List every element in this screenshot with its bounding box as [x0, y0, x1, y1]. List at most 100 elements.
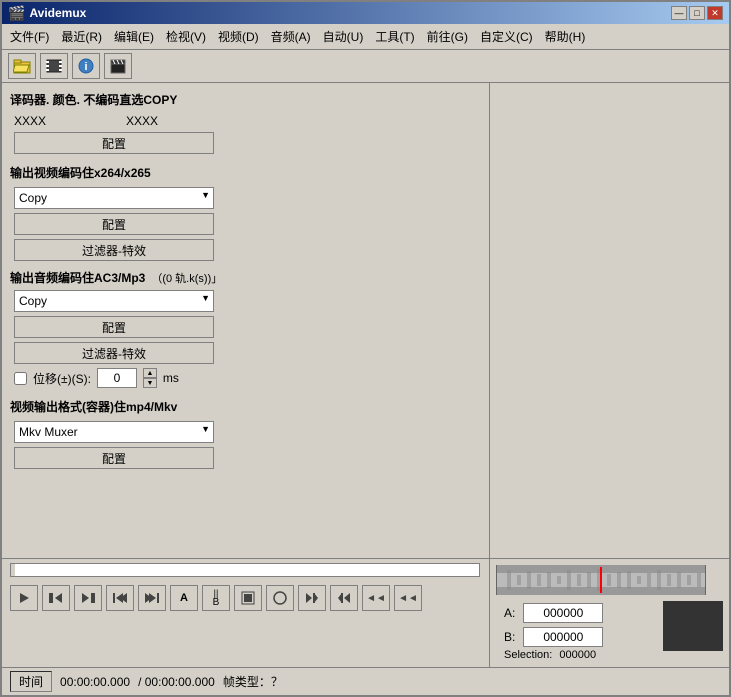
frame-back-button[interactable]	[106, 585, 134, 611]
right-panel	[489, 83, 729, 558]
status-bar: 时间 00:00:00.000 / 00:00:00.000 帧类型：？	[2, 667, 729, 695]
progress-track[interactable]	[10, 563, 480, 577]
forward-button[interactable]	[330, 585, 358, 611]
frame-fwd-icon	[145, 592, 159, 604]
a-label: A:	[504, 606, 515, 620]
container-format-dropdown[interactable]: Mkv Muxer MP4 Muxer AVI Muxer	[14, 421, 214, 443]
copy-icon	[273, 591, 287, 605]
audio-section-label: 输出音频编码住AC3/Mp3	[10, 269, 145, 286]
frame-back-icon	[113, 592, 127, 604]
right-bottom: A: B: Selection: 000000	[489, 558, 729, 667]
audio-track-info: （(0 轨.k(s))」	[151, 270, 222, 286]
menu-recent[interactable]: 最近(R)	[55, 26, 108, 47]
b-label: B:	[504, 630, 515, 644]
menu-custom[interactable]: 自定义(C)	[474, 26, 539, 47]
play-button[interactable]	[10, 585, 38, 611]
main-window: 🎬 Avidemux — □ ✕ 文件(F) 最近(R) 编辑(E) 检视(V)…	[0, 0, 731, 697]
progress-section: A || B	[2, 558, 489, 667]
menu-auto[interactable]: 自动(U)	[317, 26, 370, 47]
keyframe-icon	[241, 591, 255, 605]
left-panel: 译码器. 颜色. 不编码直选COPY XXXX XXXX 配置 输出视频编码住x…	[2, 83, 489, 558]
container-config-button[interactable]: 配置	[14, 447, 214, 469]
shift-down-arrow[interactable]: ▼	[143, 378, 157, 388]
audio-config-button[interactable]: 配置	[14, 316, 214, 338]
menu-file[interactable]: 文件(F)	[4, 26, 55, 47]
rewind-button[interactable]	[298, 585, 326, 611]
open-file-button[interactable]	[8, 53, 36, 79]
b-mark-button[interactable]: || B	[202, 585, 230, 611]
fastfwd-button[interactable]: ◄◄	[394, 585, 422, 611]
frame-fwd-button[interactable]	[138, 585, 166, 611]
rewind-icon	[305, 592, 319, 604]
menu-tools[interactable]: 工具(T)	[369, 26, 420, 47]
window-title: Avidemux	[29, 6, 86, 20]
decoder-section-label: 译码器. 颜色. 不编码直选COPY	[10, 91, 481, 108]
container-dropdown-wrapper: Mkv Muxer MP4 Muxer AVI Muxer	[14, 421, 214, 443]
fastback-button[interactable]: ◄◄	[362, 585, 390, 611]
prev-button[interactable]	[42, 585, 70, 611]
a-mark-button[interactable]: A	[170, 585, 198, 611]
time-total: / 00:00:00.000	[138, 675, 215, 689]
title-bar-controls: — □ ✕	[671, 6, 723, 20]
info-button[interactable]: i	[72, 53, 100, 79]
clapper-icon	[109, 58, 127, 74]
menu-video[interactable]: 视频(D)	[212, 26, 265, 47]
b-point-row: B:	[504, 627, 723, 647]
menu-edit[interactable]: 编辑(E)	[108, 26, 160, 47]
frame-type: 帧类型：？	[223, 673, 283, 690]
shift-value-input[interactable]	[97, 368, 137, 388]
film-icon	[45, 58, 63, 74]
video-dropdown-row: Copy x264 x265	[14, 187, 477, 209]
audio-dropdown-row: Copy AC3 MP3	[14, 290, 477, 312]
title-bar-left: 🎬 Avidemux	[8, 5, 86, 22]
video-filter-button[interactable]: 过滤器-特效	[14, 239, 214, 261]
next-button[interactable]	[74, 585, 102, 611]
video-section-label: 输出视频编码住x264/x265	[10, 164, 481, 181]
audio-filter-button[interactable]: 过滤器-特效	[14, 342, 214, 364]
decoder-labels-row: XXXX XXXX	[10, 114, 481, 128]
waveform-display	[496, 565, 706, 595]
folder-open-icon	[13, 58, 31, 74]
maximize-button[interactable]: □	[689, 6, 705, 20]
menu-audio[interactable]: 音频(A)	[265, 26, 317, 47]
toolbar: i	[2, 50, 729, 83]
next-icon	[81, 592, 95, 604]
progress-row: A || B	[2, 558, 729, 667]
svg-text:i: i	[84, 61, 87, 73]
decoder-col2: XXXX	[126, 114, 158, 128]
shift-checkbox[interactable]	[14, 372, 27, 385]
title-bar: 🎬 Avidemux — □ ✕	[2, 2, 729, 24]
b-input[interactable]	[523, 627, 603, 647]
close-button[interactable]: ✕	[707, 6, 723, 20]
menu-help[interactable]: 帮助(H)	[539, 26, 592, 47]
b-mark-b: B	[213, 598, 220, 608]
a-point-row: A:	[504, 603, 723, 623]
progress-fill	[11, 564, 15, 576]
time-current: 00:00:00.000	[60, 675, 130, 689]
video-codec-dropdown[interactable]: Copy x264 x265	[14, 187, 214, 209]
audio-dropdown-wrapper: Copy AC3 MP3	[14, 290, 214, 312]
shift-row: 位移(±)(S): ▲ ▼ ms	[14, 368, 477, 388]
video-config-button[interactable]: 配置	[14, 213, 214, 235]
shift-unit: ms	[163, 371, 179, 385]
film-button[interactable]	[40, 53, 68, 79]
clapper-button[interactable]	[104, 53, 132, 79]
shift-spinners: ▲ ▼	[143, 368, 157, 388]
keyframe-button[interactable]	[234, 585, 262, 611]
a-input[interactable]	[523, 603, 603, 623]
minimize-button[interactable]: —	[671, 6, 687, 20]
menu-view[interactable]: 检视(V)	[160, 26, 212, 47]
copy-button[interactable]	[266, 585, 294, 611]
info-icon: i	[77, 58, 95, 74]
decoder-config-button[interactable]: 配置	[14, 132, 214, 154]
prev-icon	[49, 592, 63, 604]
audio-codec-dropdown[interactable]: Copy AC3 MP3	[14, 290, 214, 312]
menu-goto[interactable]: 前往(G)	[421, 26, 474, 47]
shift-label: 位移(±)(S):	[33, 370, 91, 387]
selection-label: Selection:	[504, 649, 552, 661]
playback-controls: A || B	[10, 581, 481, 615]
bottom-area: A || B	[2, 558, 729, 695]
shift-up-arrow[interactable]: ▲	[143, 368, 157, 378]
container-dropdown-row: Mkv Muxer MP4 Muxer AVI Muxer	[14, 421, 477, 443]
decoder-col1: XXXX	[14, 114, 46, 128]
